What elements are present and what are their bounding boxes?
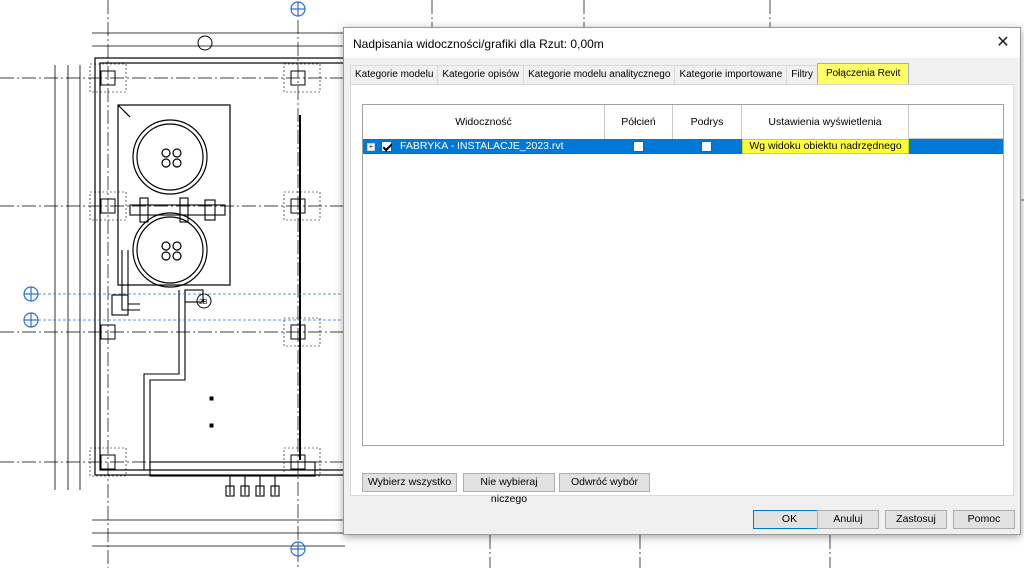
tab-filters[interactable]: Filtry bbox=[786, 65, 818, 84]
table-row[interactable]: + FABRYKA - INSTALACJE_2023.rvt Wg widok… bbox=[363, 139, 1003, 154]
tab-bar: Kategorie modelu Kategorie opisów Katego… bbox=[350, 63, 910, 84]
visibility-checkbox[interactable] bbox=[381, 141, 392, 152]
table-header: Widoczność Półcień Podrys Ustawienia wyś… bbox=[363, 105, 1003, 139]
select-none-button[interactable]: Nie wybieraj niczego bbox=[463, 473, 555, 505]
link-name: FABRYKA - INSTALACJE_2023.rvt bbox=[400, 140, 564, 152]
links-table: Widoczność Półcień Podrys Ustawienia wyś… bbox=[362, 104, 1004, 446]
expand-icon[interactable]: + bbox=[367, 143, 375, 151]
tab-panel-revit-links: Widoczność Półcień Podrys Ustawienia wyś… bbox=[350, 84, 1014, 505]
display-settings-button[interactable]: Wg widoku obiektu nadrzędnego bbox=[742, 139, 909, 154]
column-header-halftone[interactable]: Półcień bbox=[605, 105, 673, 139]
dialog-title: Nadpisania widoczności/grafiki dla Rzut:… bbox=[353, 37, 604, 51]
cancel-button[interactable]: Anuluj bbox=[817, 510, 879, 529]
select-all-button[interactable]: Wybierz wszystko bbox=[362, 473, 457, 492]
halftone-checkbox[interactable] bbox=[633, 141, 644, 152]
column-header-underlay[interactable]: Podrys bbox=[673, 105, 742, 139]
tab-analytical-model-categories[interactable]: Kategorie modelu analitycznego bbox=[523, 65, 676, 84]
tab-model-categories[interactable]: Kategorie modelu bbox=[350, 65, 439, 84]
tab-revit-links[interactable]: Połączenia Revit bbox=[816, 63, 910, 84]
visibility-graphics-dialog: Nadpisania widoczności/grafiki dla Rzut:… bbox=[343, 27, 1021, 535]
help-button[interactable]: Pomoc bbox=[953, 510, 1015, 529]
drawing-tag-label: 2B bbox=[199, 299, 208, 306]
column-header-display-settings[interactable]: Ustawienia wyświetlenia bbox=[742, 105, 909, 139]
ok-button[interactable]: OK bbox=[753, 510, 826, 529]
close-icon[interactable]: ✕ bbox=[990, 31, 1016, 55]
underlay-checkbox[interactable] bbox=[701, 141, 712, 152]
tab-annotation-categories[interactable]: Kategorie opisów bbox=[437, 65, 525, 84]
tab-imported-categories[interactable]: Kategorie importowane bbox=[674, 65, 788, 84]
invert-selection-button[interactable]: Odwróć wybór bbox=[559, 473, 650, 492]
dialog-titlebar: Nadpisania widoczności/grafiki dla Rzut:… bbox=[344, 28, 1020, 58]
apply-button[interactable]: Zastosuj bbox=[885, 510, 947, 529]
column-header-visibility[interactable]: Widoczność bbox=[363, 105, 605, 139]
